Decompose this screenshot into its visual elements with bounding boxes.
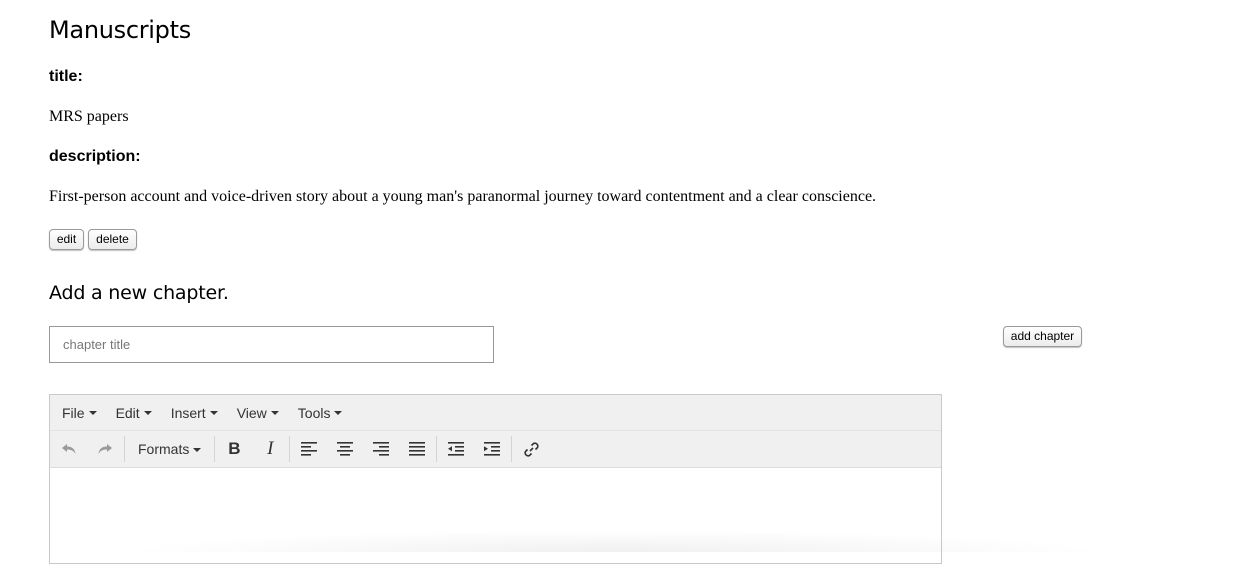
menu-file[interactable]: File bbox=[55, 405, 104, 421]
chapter-title-input[interactable] bbox=[49, 326, 494, 363]
redo-icon[interactable] bbox=[87, 434, 123, 464]
italic-icon: I bbox=[267, 438, 274, 459]
outdent-icon[interactable] bbox=[438, 434, 474, 464]
add-chapter-button[interactable]: add chapter bbox=[1003, 326, 1082, 347]
caret-down-icon bbox=[143, 411, 152, 415]
description-value: First-person account and voice-driven st… bbox=[49, 188, 877, 205]
editor-toolbar: Formats B I bbox=[50, 431, 941, 468]
align-center-icon[interactable] bbox=[327, 434, 363, 464]
caret-down-icon bbox=[209, 411, 218, 415]
page-title: Manuscripts bbox=[49, 16, 191, 44]
rich-text-editor: File Edit Insert View Tools Formats B I bbox=[49, 394, 942, 564]
italic-button[interactable]: I bbox=[252, 434, 288, 464]
toolbar-divider bbox=[436, 436, 438, 462]
add-chapter-heading: Add a new chapter. bbox=[49, 282, 229, 304]
title-label: title: bbox=[49, 68, 83, 85]
caret-down-icon bbox=[193, 447, 202, 452]
toolbar-divider bbox=[124, 436, 125, 462]
editor-menubar: File Edit Insert View Tools bbox=[50, 395, 941, 431]
align-justify-icon[interactable] bbox=[399, 434, 435, 464]
description-label: description: bbox=[49, 148, 141, 165]
editor-content-area[interactable] bbox=[50, 468, 941, 564]
toolbar-divider bbox=[214, 436, 216, 462]
menu-view[interactable]: View bbox=[230, 405, 286, 421]
caret-down-icon bbox=[88, 411, 97, 415]
formats-dropdown[interactable]: Formats bbox=[126, 434, 213, 464]
align-left-icon[interactable] bbox=[291, 434, 327, 464]
caret-down-icon bbox=[270, 411, 279, 415]
bold-icon: B bbox=[228, 439, 241, 458]
bold-button[interactable]: B bbox=[216, 434, 252, 464]
menu-edit[interactable]: Edit bbox=[109, 405, 159, 421]
delete-button[interactable]: delete bbox=[88, 229, 137, 250]
toolbar-divider bbox=[289, 436, 291, 462]
undo-icon[interactable] bbox=[51, 434, 87, 464]
menu-insert[interactable]: Insert bbox=[164, 405, 225, 421]
edit-button[interactable]: edit bbox=[49, 229, 84, 250]
caret-down-icon bbox=[334, 411, 343, 415]
link-icon[interactable] bbox=[513, 434, 549, 464]
menu-tools[interactable]: Tools bbox=[291, 405, 350, 421]
align-right-icon[interactable] bbox=[363, 434, 399, 464]
toolbar-divider bbox=[511, 436, 513, 462]
indent-icon[interactable] bbox=[474, 434, 510, 464]
title-value: MRS papers bbox=[49, 108, 129, 125]
